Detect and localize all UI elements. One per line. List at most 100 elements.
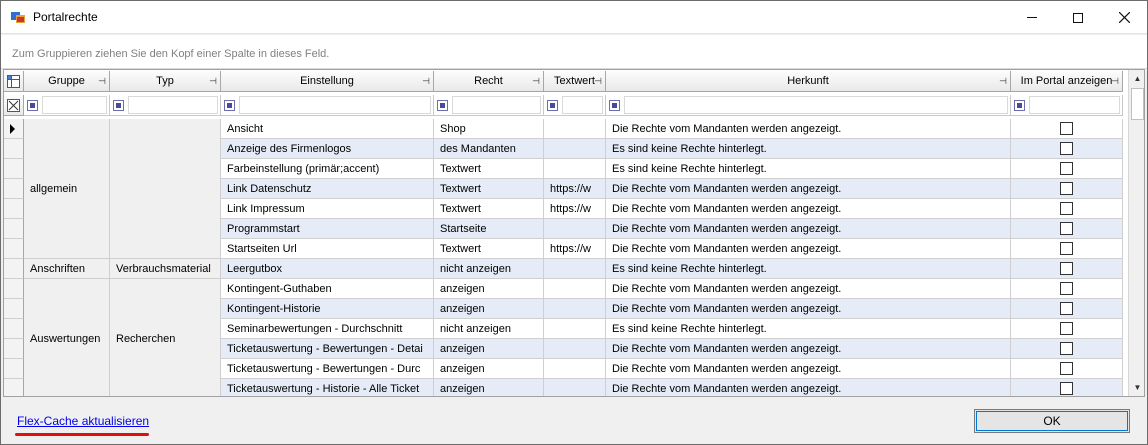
- header-col-recht[interactable]: Recht ⊣: [434, 71, 544, 92]
- row-selector[interactable]: [4, 299, 24, 319]
- cell-herkunft[interactable]: Es sind keine Rechte hinterlegt.: [606, 139, 1011, 159]
- cell-einstellung[interactable]: Startseiten Url: [221, 239, 434, 259]
- row-selector[interactable]: [4, 199, 24, 219]
- cell-recht[interactable]: Textwert: [434, 159, 544, 179]
- filter-input[interactable]: [42, 96, 107, 114]
- row-selector[interactable]: [4, 239, 24, 259]
- minimize-button[interactable]: [1009, 1, 1055, 34]
- cell-textwert[interactable]: https://w: [544, 239, 606, 259]
- im-portal-checkbox[interactable]: [1060, 202, 1073, 215]
- header-col-einstellung[interactable]: Einstellung ⊣: [221, 71, 434, 92]
- row-selector[interactable]: [4, 279, 24, 299]
- filter-input[interactable]: [239, 96, 431, 114]
- filter-clear-button[interactable]: [4, 95, 24, 116]
- scroll-up-button[interactable]: ▲: [1129, 70, 1144, 87]
- group-cell-gruppe[interactable]: Anschriften: [24, 259, 110, 279]
- cell-textwert[interactable]: [544, 279, 606, 299]
- filter-input[interactable]: [624, 96, 1008, 114]
- cell-herkunft[interactable]: Die Rechte vom Mandanten werden angezeig…: [606, 179, 1011, 199]
- filter-operator-icon[interactable]: [113, 100, 124, 111]
- im-portal-checkbox[interactable]: [1060, 242, 1073, 255]
- im-portal-checkbox[interactable]: [1060, 162, 1073, 175]
- cell-einstellung[interactable]: Ticketauswertung - Historie - Alle Ticke…: [221, 379, 434, 396]
- cell-recht[interactable]: Textwert: [434, 239, 544, 259]
- header-col-herkunft[interactable]: Herkunft ⊣: [606, 71, 1011, 92]
- header-col-im-portal[interactable]: Im Portal anzeigen ⊣: [1011, 71, 1123, 92]
- group-cell-typ[interactable]: Verbrauchsmaterial: [110, 259, 221, 279]
- pin-icon[interactable]: ⊣: [999, 76, 1007, 87]
- cell-recht[interactable]: nicht anzeigen: [434, 259, 544, 279]
- cell-textwert[interactable]: [544, 339, 606, 359]
- pin-icon[interactable]: ⊣: [594, 76, 602, 87]
- row-selector[interactable]: [4, 259, 24, 279]
- group-by-panel[interactable]: Zum Gruppieren ziehen Sie den Kopf einer…: [1, 35, 1147, 69]
- filter-input[interactable]: [1029, 96, 1120, 114]
- cell-herkunft[interactable]: Die Rechte vom Mandanten werden angezeig…: [606, 359, 1011, 379]
- cell-textwert[interactable]: [544, 359, 606, 379]
- im-portal-checkbox[interactable]: [1060, 382, 1073, 395]
- pin-icon[interactable]: ⊣: [209, 76, 217, 87]
- cell-recht[interactable]: anzeigen: [434, 299, 544, 319]
- row-selector[interactable]: [4, 219, 24, 239]
- cell-textwert[interactable]: [544, 319, 606, 339]
- group-cell-gruppe[interactable]: Auswertungen: [24, 279, 110, 396]
- row-selector[interactable]: [4, 319, 24, 339]
- cell-recht[interactable]: Textwert: [434, 199, 544, 219]
- filter-operator-icon[interactable]: [224, 100, 235, 111]
- cell-recht[interactable]: Shop: [434, 119, 544, 139]
- cell-herkunft[interactable]: Die Rechte vom Mandanten werden angezeig…: [606, 119, 1011, 139]
- im-portal-checkbox[interactable]: [1060, 302, 1073, 315]
- im-portal-checkbox[interactable]: [1060, 362, 1073, 375]
- cell-einstellung[interactable]: Link Impressum: [221, 199, 434, 219]
- cell-herkunft[interactable]: Die Rechte vom Mandanten werden angezeig…: [606, 199, 1011, 219]
- flex-cache-refresh-link[interactable]: Flex-Cache aktualisieren: [17, 414, 149, 428]
- cell-textwert[interactable]: [544, 259, 606, 279]
- filter-input[interactable]: [562, 96, 603, 114]
- group-cell-typ[interactable]: Recherchen: [110, 279, 221, 396]
- filter-operator-icon[interactable]: [27, 100, 38, 111]
- row-selector[interactable]: [4, 379, 24, 396]
- cell-herkunft[interactable]: Die Rechte vom Mandanten werden angezeig…: [606, 379, 1011, 396]
- cell-textwert[interactable]: https://w: [544, 199, 606, 219]
- pin-icon[interactable]: ⊣: [422, 76, 430, 87]
- filter-operator-icon[interactable]: [1014, 100, 1025, 111]
- row-selector[interactable]: [4, 119, 24, 139]
- cell-herkunft[interactable]: Die Rechte vom Mandanten werden angezeig…: [606, 339, 1011, 359]
- cell-herkunft[interactable]: Die Rechte vom Mandanten werden angezeig…: [606, 299, 1011, 319]
- filter-input[interactable]: [128, 96, 218, 114]
- cell-recht[interactable]: anzeigen: [434, 279, 544, 299]
- row-selector[interactable]: [4, 359, 24, 379]
- row-selector[interactable]: [4, 179, 24, 199]
- row-selector[interactable]: [4, 139, 24, 159]
- vertical-scrollbar[interactable]: ▲ ▼: [1128, 70, 1144, 396]
- close-button[interactable]: [1101, 1, 1147, 34]
- im-portal-checkbox[interactable]: [1060, 342, 1073, 355]
- header-col-gruppe[interactable]: Gruppe ⊣: [24, 71, 110, 92]
- pin-icon[interactable]: ⊣: [1111, 76, 1119, 87]
- im-portal-checkbox[interactable]: [1060, 282, 1073, 295]
- cell-einstellung[interactable]: Seminarbewertungen - Durchschnitt: [221, 319, 434, 339]
- cell-herkunft[interactable]: Es sind keine Rechte hinterlegt.: [606, 319, 1011, 339]
- cell-einstellung[interactable]: Kontingent-Guthaben: [221, 279, 434, 299]
- cell-herkunft[interactable]: Es sind keine Rechte hinterlegt.: [606, 159, 1011, 179]
- im-portal-checkbox[interactable]: [1060, 222, 1073, 235]
- cell-einstellung[interactable]: Kontingent-Historie: [221, 299, 434, 319]
- cell-einstellung[interactable]: Ansicht: [221, 119, 434, 139]
- cell-einstellung[interactable]: Anzeige des Firmenlogos: [221, 139, 434, 159]
- cell-textwert[interactable]: [544, 119, 606, 139]
- scroll-thumb[interactable]: [1131, 88, 1144, 120]
- row-selector[interactable]: [4, 339, 24, 359]
- cell-textwert[interactable]: [544, 299, 606, 319]
- cell-recht[interactable]: anzeigen: [434, 379, 544, 396]
- im-portal-checkbox[interactable]: [1060, 122, 1073, 135]
- header-col-typ[interactable]: Typ ⊣: [110, 71, 221, 92]
- cell-einstellung[interactable]: Ticketauswertung - Bewertungen - Durc: [221, 359, 434, 379]
- im-portal-checkbox[interactable]: [1060, 142, 1073, 155]
- cell-textwert[interactable]: [544, 379, 606, 396]
- group-cell-typ[interactable]: [110, 119, 221, 259]
- cell-einstellung[interactable]: Leergutbox: [221, 259, 434, 279]
- pin-icon[interactable]: ⊣: [98, 76, 106, 87]
- cell-herkunft[interactable]: Die Rechte vom Mandanten werden angezeig…: [606, 219, 1011, 239]
- header-col-textwert[interactable]: Textwert ⊣: [544, 71, 606, 92]
- column-chooser-button[interactable]: [4, 71, 24, 92]
